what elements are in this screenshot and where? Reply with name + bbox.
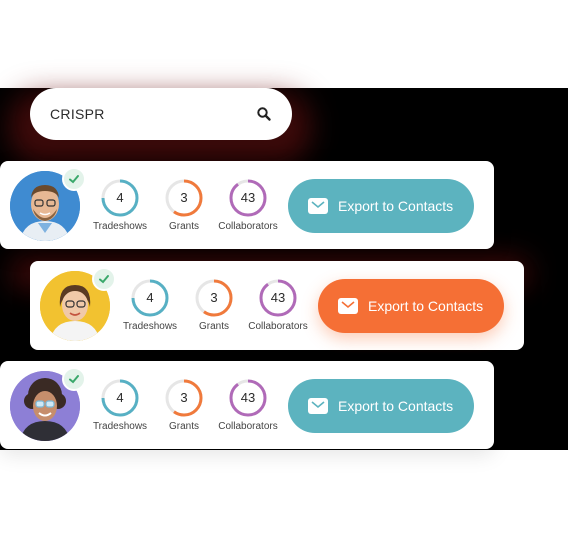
grants-ring: 3 xyxy=(164,378,204,418)
tradeshows-ring: 4 xyxy=(130,278,170,318)
export-to-contacts-button[interactable]: Export to Contacts xyxy=(318,279,504,333)
verified-check-icon xyxy=(62,367,86,391)
export-to-contacts-button[interactable]: Export to Contacts xyxy=(288,179,474,233)
grants-stat: 3 Grants xyxy=(179,278,249,332)
collaborators-ring: 43 xyxy=(258,278,298,318)
grants-ring: 3 xyxy=(194,278,234,318)
backdrop-bottom-white xyxy=(0,450,568,538)
collaborators-count: 43 xyxy=(240,190,256,205)
grants-stat: 3 Grants xyxy=(149,178,219,232)
tradeshows-ring: 4 xyxy=(100,378,140,418)
collaborators-label: Collaborators xyxy=(218,221,278,232)
grants-count: 3 xyxy=(210,290,218,305)
grants-label: Grants xyxy=(168,421,199,432)
collaborators-ring: 43 xyxy=(228,378,268,418)
tradeshows-label: Tradeshows xyxy=(92,221,148,232)
grants-count: 3 xyxy=(180,390,188,405)
export-button-label: Export to Contacts xyxy=(368,298,484,314)
search-input[interactable]: CRISPR xyxy=(50,106,256,122)
avatar[interactable] xyxy=(10,167,86,241)
grants-stat: 3 Grants xyxy=(149,378,219,432)
export-to-contacts-button[interactable]: Export to Contacts xyxy=(288,379,474,433)
verified-check-icon xyxy=(92,267,116,291)
tradeshows-label: Tradeshows xyxy=(92,421,148,432)
collaborators-stat: 43 Collaborators xyxy=(213,178,283,232)
mail-icon xyxy=(308,398,328,414)
search-bar[interactable]: CRISPR xyxy=(30,88,292,140)
export-button-label: Export to Contacts xyxy=(338,198,454,214)
grants-ring: 3 xyxy=(164,178,204,218)
collaborators-stat: 43 Collaborators xyxy=(213,378,283,432)
export-button-label: Export to Contacts xyxy=(338,398,454,414)
tradeshows-count: 4 xyxy=(146,290,154,305)
tradeshows-count: 4 xyxy=(116,390,124,405)
collaborators-ring: 43 xyxy=(228,178,268,218)
avatar[interactable] xyxy=(40,267,116,341)
mail-icon xyxy=(338,298,358,314)
tradeshows-label: Tradeshows xyxy=(122,321,178,332)
tradeshows-stat: 4 Tradeshows xyxy=(85,178,155,232)
tradeshows-ring: 4 xyxy=(100,178,140,218)
search-icon[interactable] xyxy=(256,106,272,122)
tradeshows-count: 4 xyxy=(116,190,124,205)
collaborators-label: Collaborators xyxy=(248,321,308,332)
avatar[interactable] xyxy=(10,367,86,441)
contact-card: 4 Tradeshows 3 Grants 43 Collaborators E… xyxy=(0,161,494,249)
grants-label: Grants xyxy=(198,321,229,332)
tradeshows-stat: 4 Tradeshows xyxy=(85,378,155,432)
contact-card: 4 Tradeshows 3 Grants 43 Collaborators E… xyxy=(0,361,494,449)
grants-count: 3 xyxy=(180,190,188,205)
tradeshows-stat: 4 Tradeshows xyxy=(115,278,185,332)
verified-check-icon xyxy=(62,167,86,191)
collaborators-count: 43 xyxy=(240,390,256,405)
contact-card-highlighted: 4 Tradeshows 3 Grants 43 Collaborators E… xyxy=(30,261,524,350)
grants-label: Grants xyxy=(168,221,199,232)
mail-icon xyxy=(308,198,328,214)
collaborators-stat: 43 Collaborators xyxy=(243,278,313,332)
collaborators-count: 43 xyxy=(270,290,286,305)
collaborators-label: Collaborators xyxy=(218,421,278,432)
